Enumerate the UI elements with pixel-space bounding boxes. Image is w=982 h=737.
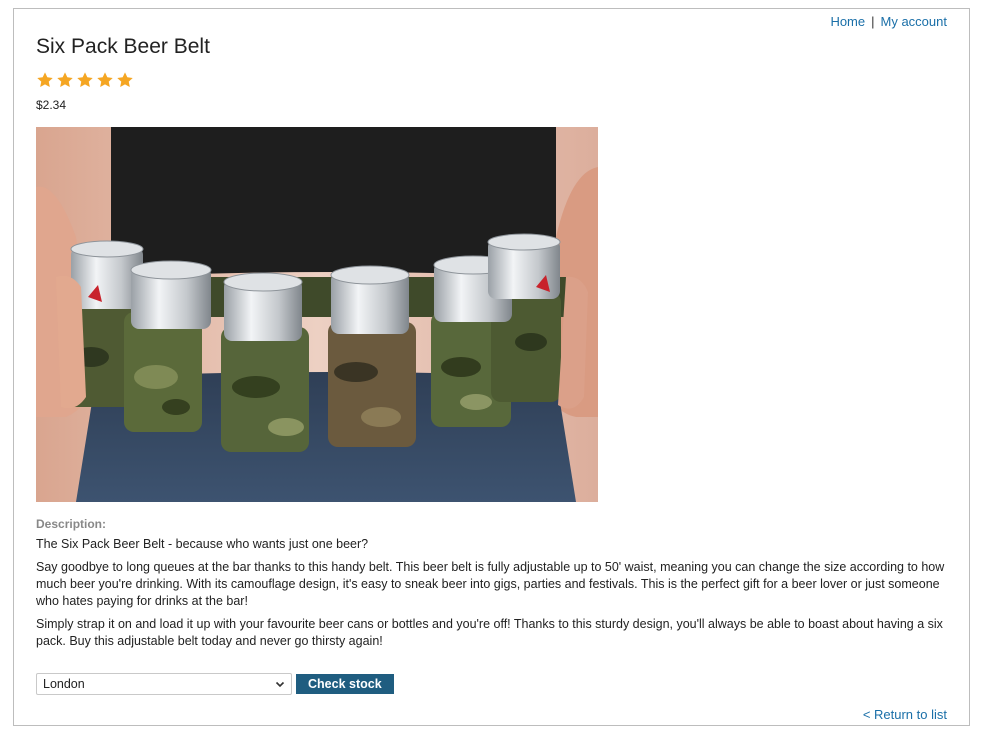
my-account-link[interactable]: My account (881, 14, 947, 29)
product-title: Six Pack Beer Belt (36, 35, 210, 58)
product-image (36, 127, 598, 502)
star-icon (37, 72, 53, 87)
star-icon (77, 72, 93, 87)
nav-separator: | (871, 14, 875, 29)
stock-check-row: London Check stock (36, 673, 394, 695)
description-label: Description: (36, 517, 107, 531)
location-select[interactable]: London (36, 673, 292, 695)
star-icon (57, 72, 73, 87)
description-paragraph: The Six Pack Beer Belt - because who wan… (36, 537, 369, 551)
home-link[interactable]: Home (830, 14, 865, 29)
star-rating (36, 71, 134, 89)
check-stock-button[interactable]: Check stock (296, 674, 394, 694)
top-navigation: Home | My account (830, 14, 947, 29)
star-icon (117, 72, 133, 87)
product-price: $2.34 (36, 98, 67, 112)
description-body: The Six Pack Beer Belt - because who wan… (36, 536, 951, 656)
description-paragraph: Say goodbye to long queues at the bar th… (36, 560, 945, 608)
star-icon (97, 72, 113, 87)
product-page-frame: Home | My account Six Pack Beer Belt $2.34 (13, 8, 970, 726)
description-paragraph: Simply strap it on and load it up with y… (36, 617, 943, 648)
location-selected-value: London (43, 677, 85, 691)
chevron-down-icon (275, 681, 285, 688)
return-to-list-link[interactable]: < Return to list (863, 707, 947, 722)
